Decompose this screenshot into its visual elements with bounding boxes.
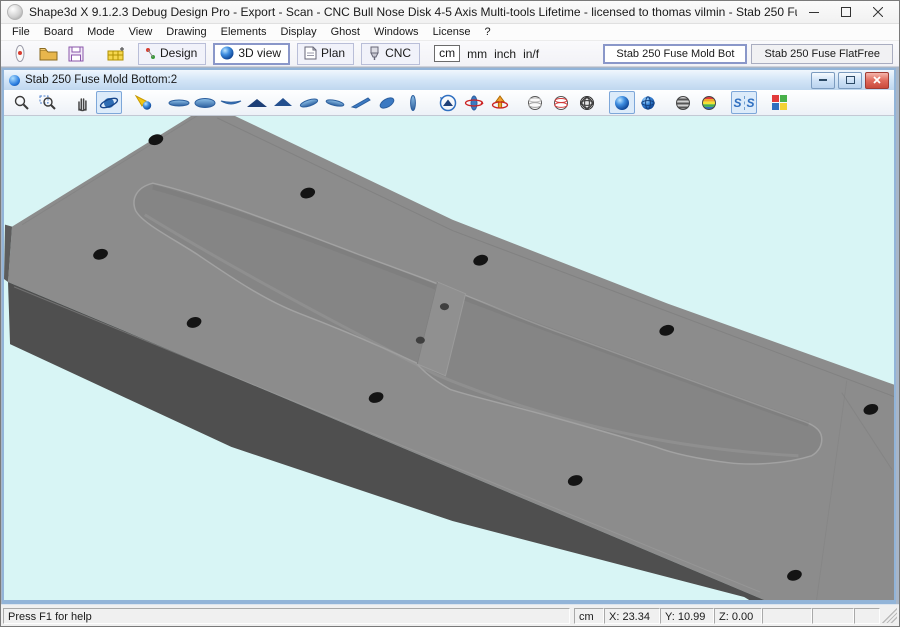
child-restore-button[interactable] xyxy=(838,72,862,89)
sphere-icon xyxy=(220,46,234,60)
view-perspective-2-icon[interactable] xyxy=(322,91,348,114)
child-titlebar[interactable]: Stab 250 Fuse Mold Bottom:2 xyxy=(4,70,894,90)
mdi-area: Stab 250 Fuse Mold Bottom:2 xyxy=(1,67,899,604)
maximize-button[interactable] xyxy=(831,3,861,21)
render-stripes-icon[interactable] xyxy=(670,91,696,114)
zoom-window-icon[interactable] xyxy=(35,91,61,114)
view3d-mode-button[interactable]: 3D view xyxy=(213,43,290,65)
plan-icon xyxy=(304,46,317,60)
3d-viewport[interactable] xyxy=(4,116,894,600)
child-window-title: Stab 250 Fuse Mold Bottom:2 xyxy=(25,74,808,86)
view-deck-icon[interactable] xyxy=(166,91,192,114)
titlebar: Shape3d X 9.1.2.3 Debug Design Pro - Exp… xyxy=(1,1,899,24)
zoom-icon[interactable] xyxy=(9,91,35,114)
save-icon[interactable] xyxy=(63,43,89,64)
view-bottom-icon[interactable] xyxy=(192,91,218,114)
child-close-button[interactable] xyxy=(865,72,889,89)
color-settings-icon[interactable] xyxy=(766,91,792,114)
status-empty-1 xyxy=(762,608,812,624)
cnc-icon xyxy=(368,46,381,61)
mold-3d-scene xyxy=(4,116,894,600)
menu-windows[interactable]: Windows xyxy=(367,25,426,39)
menu-help[interactable]: ? xyxy=(477,25,497,39)
dimensions-icon[interactable] xyxy=(103,43,129,64)
bridge-hole xyxy=(416,337,425,344)
design-mode-button[interactable]: Design xyxy=(138,43,206,65)
file-tab-flatfree[interactable]: Stab 250 Fuse FlatFree xyxy=(751,44,893,64)
menubar: File Board Mode View Drawing Elements Di… xyxy=(1,24,899,41)
board-outline-icon[interactable] xyxy=(7,43,33,64)
menu-ghost[interactable]: Ghost xyxy=(324,25,367,39)
menu-elements[interactable]: Elements xyxy=(214,25,274,39)
view-perspective-3-icon[interactable] xyxy=(348,91,374,114)
plan-mode-button[interactable]: Plan xyxy=(297,43,354,65)
rotate-vertical-axis-icon[interactable] xyxy=(487,91,513,114)
menu-file[interactable]: File xyxy=(5,25,37,39)
status-z: Z: 0.00 xyxy=(714,608,762,624)
view-perspective-4-icon[interactable] xyxy=(374,91,400,114)
unit-mm[interactable]: mm xyxy=(467,47,487,61)
pan-hand-icon[interactable] xyxy=(70,91,96,114)
light-icon[interactable] xyxy=(131,91,157,114)
status-empty-2 xyxy=(812,608,854,624)
unit-cm[interactable]: cm xyxy=(434,45,460,62)
cnc-mode-button[interactable]: CNC xyxy=(361,43,420,65)
status-x: X: 23.34 xyxy=(604,608,660,624)
open-file-tabs: Stab 250 Fuse Mold Bot Stab 250 Fuse Fla… xyxy=(603,44,893,64)
menu-view[interactable]: View xyxy=(122,25,160,39)
view-perspective-1-icon[interactable] xyxy=(296,91,322,114)
child-window-icon xyxy=(9,75,20,86)
menu-display[interactable]: Display xyxy=(274,25,324,39)
menu-drawing[interactable]: Drawing xyxy=(159,25,213,39)
view-toolbar: SS xyxy=(4,90,894,116)
rotate-long-axis-icon[interactable] xyxy=(461,91,487,114)
render-mesh-icon[interactable] xyxy=(574,91,600,114)
render-solid-icon[interactable] xyxy=(609,91,635,114)
shape3d-window: Shape3d X 9.1.2.3 Debug Design Pro - Exp… xyxy=(0,0,900,627)
unit-inf[interactable]: in/f xyxy=(523,47,539,61)
view-end-icon[interactable] xyxy=(400,91,426,114)
file-tab-mold-bottom[interactable]: Stab 250 Fuse Mold Bot xyxy=(603,44,747,64)
child-minimize-button[interactable] xyxy=(811,72,835,89)
open-folder-icon[interactable] xyxy=(35,43,61,64)
view-rocker-icon[interactable] xyxy=(218,91,244,114)
render-wireframe-red-icon[interactable] xyxy=(548,91,574,114)
minimize-button[interactable] xyxy=(799,3,829,21)
main-toolbar: Design 3D view Plan CNC cm mm inch in/f … xyxy=(1,41,899,67)
unit-inch[interactable]: inch xyxy=(494,47,516,61)
menu-board[interactable]: Board xyxy=(37,25,80,39)
status-empty-3 xyxy=(854,608,880,624)
window-title: Shape3d X 9.1.2.3 Debug Design Pro - Exp… xyxy=(29,5,797,19)
render-wireframe-icon[interactable] xyxy=(522,91,548,114)
app-icon xyxy=(7,4,23,20)
rotate-view-icon[interactable] xyxy=(435,91,461,114)
child-window: Stab 250 Fuse Mold Bottom:2 xyxy=(2,68,896,604)
view-back-icon[interactable] xyxy=(270,91,296,114)
status-unit: cm xyxy=(574,608,604,624)
render-curvature-icon[interactable] xyxy=(696,91,722,114)
render-shaded-icon[interactable] xyxy=(635,91,661,114)
status-bar: Press F1 for help cm X: 23.34 Y: 10.99 Z… xyxy=(1,604,899,626)
bridge-hole xyxy=(440,303,449,310)
menu-mode[interactable]: Mode xyxy=(80,25,122,39)
menu-license[interactable]: License xyxy=(426,25,478,39)
orbit-icon[interactable] xyxy=(96,91,122,114)
status-y: Y: 10.99 xyxy=(660,608,714,624)
resize-grip[interactable] xyxy=(882,608,897,623)
symmetry-icon[interactable]: SS xyxy=(731,91,757,114)
unit-selector: cm mm inch in/f xyxy=(434,45,539,62)
close-button[interactable] xyxy=(863,3,893,21)
view-front-icon[interactable] xyxy=(244,91,270,114)
design-icon xyxy=(145,47,156,60)
status-help: Press F1 for help xyxy=(3,608,570,624)
